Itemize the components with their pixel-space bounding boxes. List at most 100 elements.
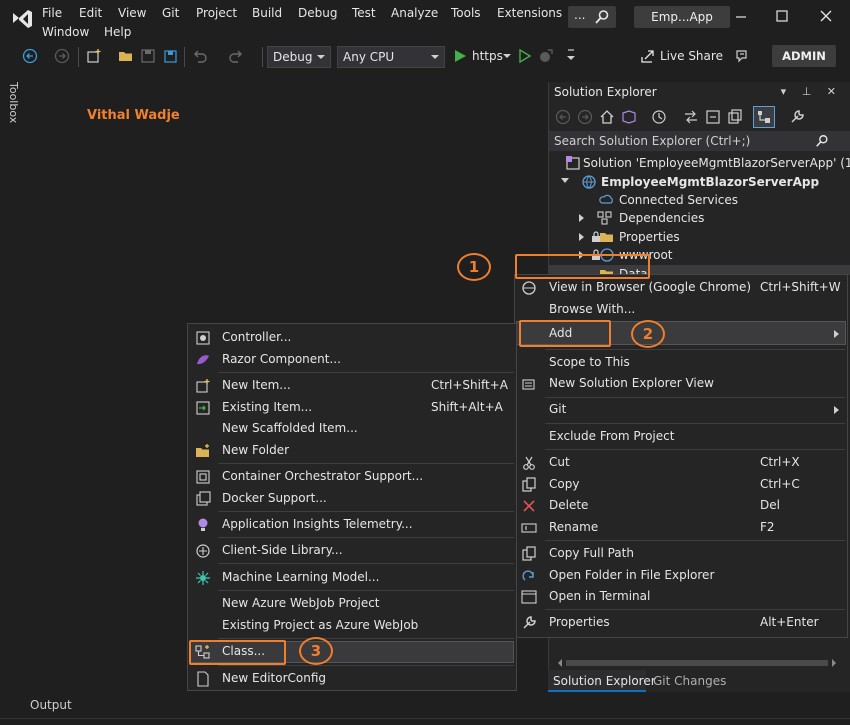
scroll-right-icon[interactable] <box>830 658 838 668</box>
new-folder-icon <box>196 444 209 457</box>
maximize-icon[interactable] <box>774 8 790 24</box>
start-debugging-icon[interactable] <box>452 48 468 64</box>
menu-item-new-editorconfig[interactable]: New EditorConfig <box>189 668 517 690</box>
start-without-debugging-icon[interactable] <box>516 48 532 64</box>
tree-item-solution[interactable]: Solution 'EmployeeMgmtBlazorServerApp' (… <box>549 154 850 172</box>
menu-item-open-terminal[interactable]: Open in Terminal <box>516 586 848 608</box>
tree-item-connected-services[interactable]: Connected Services <box>549 191 850 209</box>
tab-git-changes[interactable]: Git Changes <box>648 670 728 692</box>
menu-item-delete[interactable]: Delete Del <box>516 495 848 517</box>
visual-studio-logo-icon[interactable] <box>10 8 34 30</box>
forward-icon[interactable] <box>577 109 593 125</box>
undo-icon[interactable] <box>192 48 208 64</box>
menu-item-new-scaffolded[interactable]: New Scaffolded Item... <box>189 418 517 440</box>
menu-edit[interactable]: Edit <box>79 6 102 20</box>
menu-item-ml-model[interactable]: Machine Learning Model... <box>189 567 517 589</box>
menu-item-git[interactable]: Git <box>516 399 848 421</box>
menu-window[interactable]: Window <box>42 25 89 39</box>
menu-item-scope-to-this[interactable]: Scope to This <box>516 352 848 374</box>
menu-file[interactable]: File <box>42 6 62 20</box>
feedback-icon[interactable] <box>734 48 750 64</box>
properties-wrench-icon[interactable] <box>789 109 805 125</box>
menu-item-cut[interactable]: Cut Ctrl+X <box>516 452 848 474</box>
menu-item-razor-component[interactable]: Razor Component... <box>189 349 517 371</box>
menu-item-browse-with[interactable]: Browse With... <box>516 299 848 321</box>
menu-analyze[interactable]: Analyze <box>391 6 438 20</box>
menu-extensions[interactable]: Extensions <box>497 6 562 20</box>
menu-item-app-insights[interactable]: Application Insights Telemetry... <box>189 514 517 536</box>
switch-views-icon[interactable] <box>621 109 637 125</box>
toolbox-tab[interactable]: Toolbox <box>4 82 22 126</box>
account-badge[interactable]: ADMIN <box>772 45 836 67</box>
tab-solution-explorer[interactable]: Solution Explorer <box>548 670 656 692</box>
tree-item-dependencies[interactable]: Dependencies <box>549 209 850 227</box>
menu-item-client-side-library[interactable]: Client-Side Library... <box>189 540 517 562</box>
live-share-icon[interactable] <box>640 48 656 64</box>
minimize-icon[interactable] <box>733 8 749 24</box>
tree-item-properties[interactable]: Properties <box>549 228 850 246</box>
hot-reload-icon[interactable] <box>538 48 554 64</box>
menu-item-new-azure-webjob[interactable]: New Azure WebJob Project <box>189 593 517 615</box>
menu-item-exclude[interactable]: Exclude From Project <box>516 426 848 448</box>
menu-item-existing-item[interactable]: Existing Item... Shift+Alt+A <box>189 397 517 419</box>
platform-dropdown[interactable]: Any CPU <box>337 46 445 68</box>
track-active-item-button[interactable] <box>753 106 775 128</box>
menu-item-existing-azure-webjob[interactable]: Existing Project as Azure WebJob <box>189 615 517 637</box>
save-all-icon[interactable] <box>162 48 178 64</box>
menu-item-container-orchestrator[interactable]: Container Orchestrator Support... <box>189 466 517 488</box>
menu-build[interactable]: Build <box>252 6 282 20</box>
menu-help[interactable]: Help <box>104 25 131 39</box>
menu-git[interactable]: Git <box>162 6 179 20</box>
new-project-icon[interactable] <box>86 48 102 64</box>
menu-item-copy[interactable]: Copy Ctrl+C <box>516 474 848 496</box>
menu-item-copy-full-path[interactable]: Copy Full Path <box>516 543 848 565</box>
menu-item-properties[interactable]: Properties Alt+Enter <box>516 612 848 634</box>
redo-icon[interactable] <box>228 48 244 64</box>
menu-item-controller[interactable]: Controller... <box>189 327 517 349</box>
run-profile-label[interactable]: https <box>472 49 503 63</box>
menu-tools[interactable]: Tools <box>451 6 481 20</box>
menu-item-rename[interactable]: Rename F2 <box>516 517 848 539</box>
panel-title-buttons[interactable]: ▾ ⊥ ✕ <box>781 85 842 98</box>
scrollbar-thumb[interactable] <box>566 660 828 666</box>
run-profile-chevron-icon[interactable] <box>502 48 512 64</box>
menu-item-new-folder[interactable]: New Folder <box>189 440 517 462</box>
home-icon[interactable] <box>599 109 615 125</box>
open-folder-arrow-icon <box>522 570 534 581</box>
menu-debug[interactable]: Debug <box>298 6 337 20</box>
menu-item-label: Exclude From Project <box>549 429 675 443</box>
menu-item-open-folder[interactable]: Open Folder in File Explorer <box>516 565 848 587</box>
menu-item-view-in-browser[interactable]: View in Browser (Google Chrome) Ctrl+Shi… <box>516 277 848 299</box>
menu-view[interactable]: View <box>118 6 146 20</box>
sync-icon[interactable] <box>683 109 699 125</box>
search-button[interactable]: ... <box>568 6 616 28</box>
solution-explorer-search-input[interactable]: Search Solution Explorer (Ctrl+;) <box>549 131 850 151</box>
navigate-back-icon[interactable] <box>22 48 38 64</box>
expand-arrow-icon[interactable] <box>561 178 569 183</box>
menu-item-docker-support[interactable]: Docker Support... <box>189 488 517 510</box>
overflow-dots: ... <box>574 8 586 22</box>
tab-label: Git Changes <box>653 674 727 688</box>
collapse-all-icon[interactable] <box>705 109 721 125</box>
save-icon[interactable] <box>140 48 156 64</box>
expand-arrow-icon[interactable] <box>579 233 584 241</box>
scroll-left-icon[interactable] <box>556 658 564 668</box>
menu-project[interactable]: Project <box>196 6 237 20</box>
menu-item-label: New Solution Explorer View <box>549 376 714 390</box>
toolbar-overflow-icon[interactable] <box>566 48 576 64</box>
open-folder-icon[interactable] <box>118 48 134 64</box>
output-tab[interactable]: Output <box>30 698 72 712</box>
configuration-dropdown[interactable]: Debug <box>267 46 331 68</box>
navigate-forward-icon[interactable] <box>54 48 70 64</box>
pending-changes-filter-icon[interactable] <box>651 109 667 125</box>
menu-item-new-se-view[interactable]: New Solution Explorer View <box>516 373 848 395</box>
show-all-files-icon[interactable] <box>727 109 743 125</box>
close-icon[interactable] <box>818 8 834 24</box>
back-icon[interactable] <box>555 109 571 125</box>
menu-test[interactable]: Test <box>352 6 376 20</box>
solution-title-chip[interactable]: Emp...App <box>634 6 730 28</box>
expand-arrow-icon[interactable] <box>579 214 584 222</box>
tree-item-project[interactable]: EmployeeMgmtBlazorServerApp <box>549 173 850 191</box>
horizontal-scrollbar[interactable] <box>556 656 838 668</box>
menu-item-new-item[interactable]: New Item... Ctrl+Shift+A <box>189 375 517 397</box>
